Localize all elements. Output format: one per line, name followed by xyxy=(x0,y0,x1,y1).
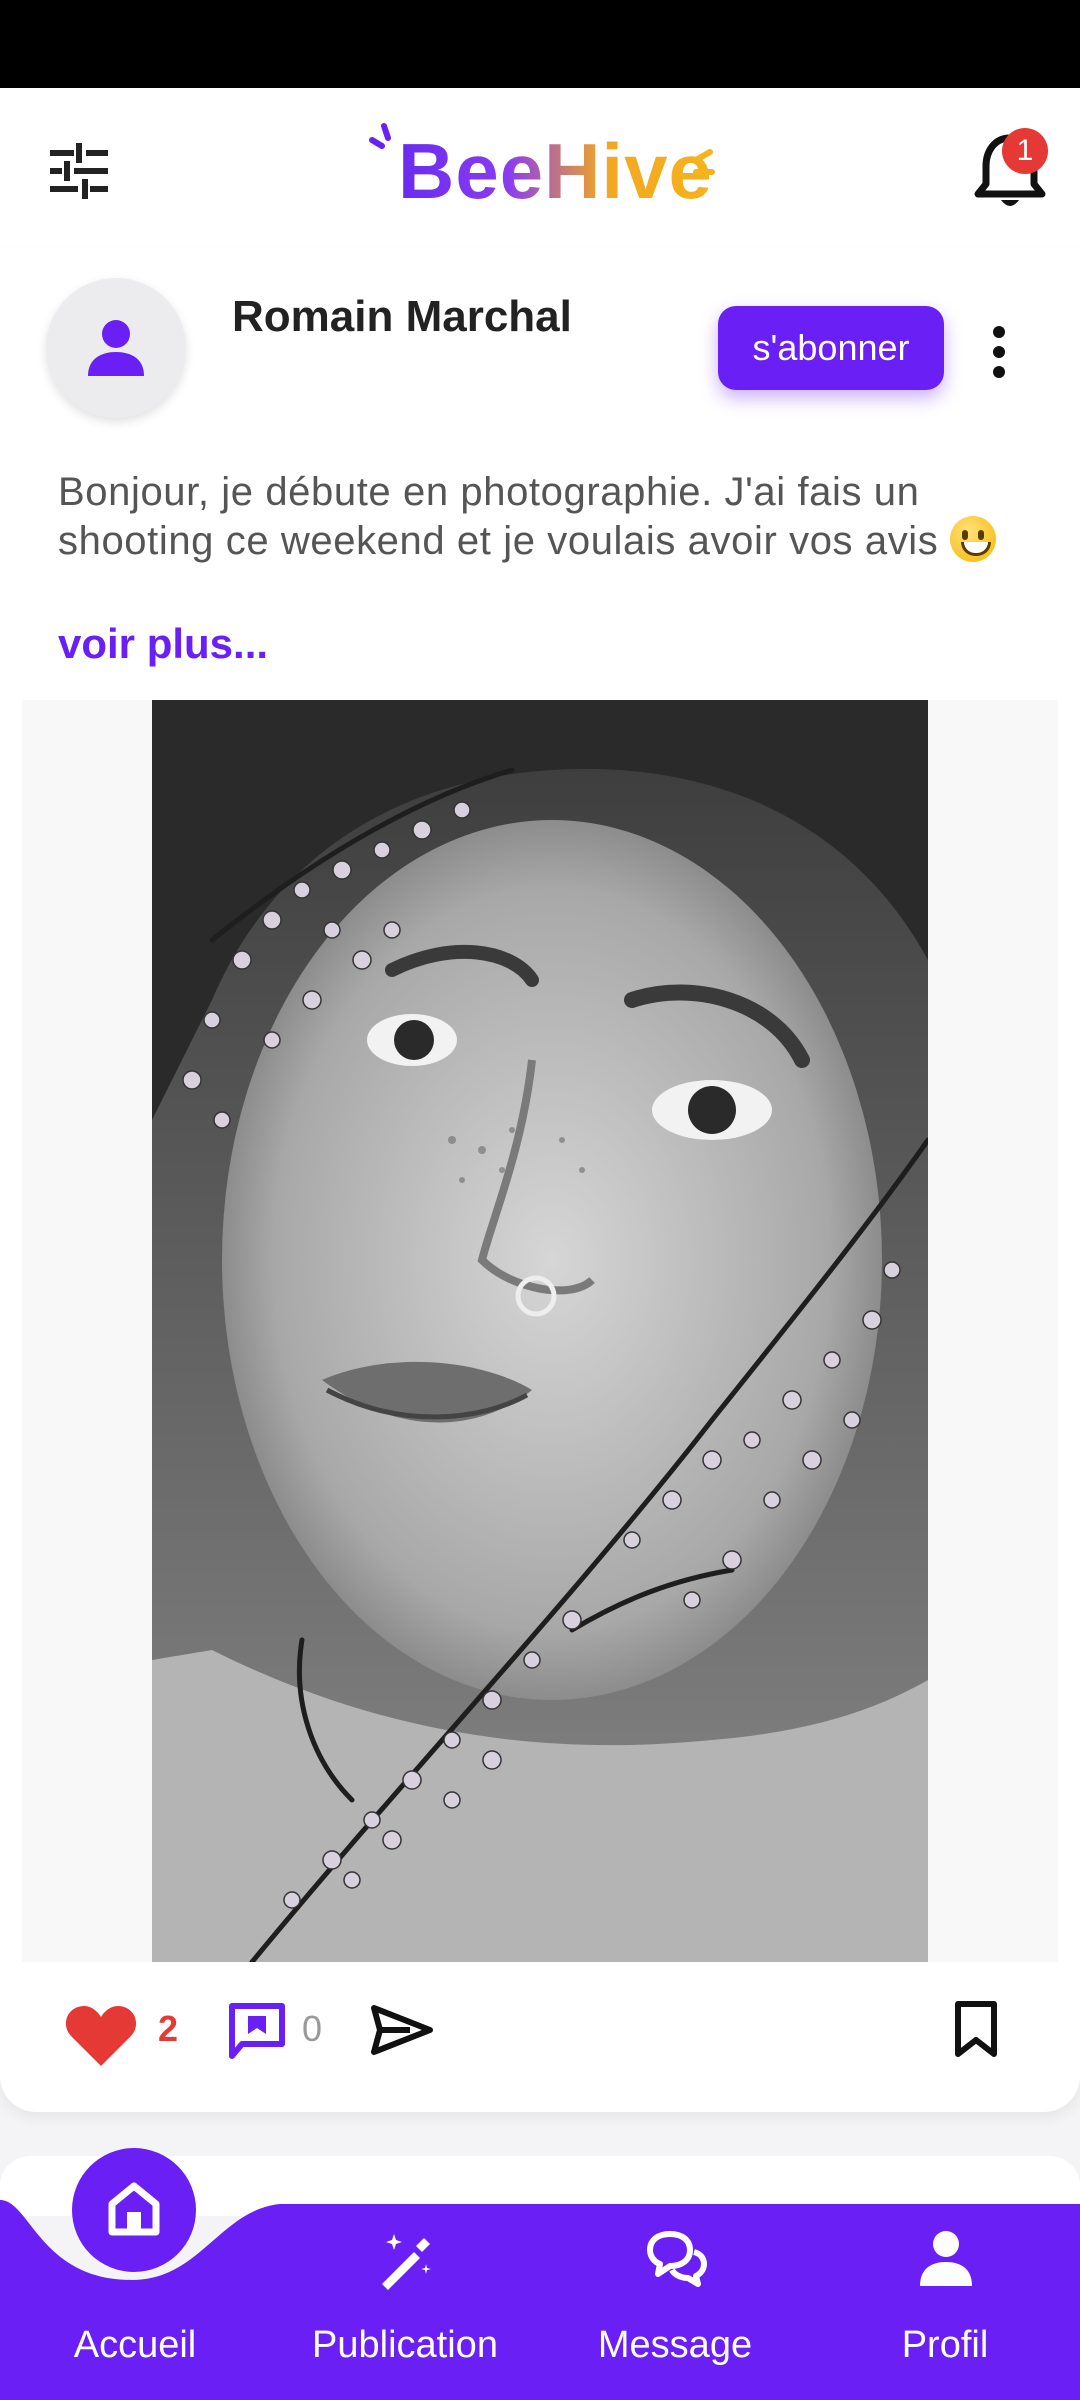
home-button[interactable] xyxy=(72,2148,196,2272)
filter-icon[interactable] xyxy=(46,138,112,204)
home-icon xyxy=(108,2182,160,2236)
post-author[interactable]: Romain Marchal xyxy=(232,292,572,342)
status-bar xyxy=(0,0,1080,88)
nav-label-message: Message xyxy=(597,2324,753,2366)
beehive-logo: BeeHive xyxy=(368,118,718,218)
comment-count: 0 xyxy=(302,2008,323,2049)
notification-badge: 1 xyxy=(1002,128,1048,174)
logo-text: BeeHive xyxy=(398,127,713,215)
post-card: Romain Marchal s'abonner Bonjour, je déb… xyxy=(0,248,1080,2112)
chat-icon xyxy=(647,2231,707,2287)
nav-label-publication: Publication xyxy=(312,2324,498,2366)
heart-icon[interactable] xyxy=(64,2004,138,2068)
send-icon[interactable] xyxy=(370,2004,434,2056)
person-icon xyxy=(920,2231,972,2286)
smiley-emoji-icon xyxy=(950,516,997,562)
post-photo[interactable] xyxy=(152,700,928,1962)
like-count: 2 xyxy=(158,2008,179,2049)
post-caption: Bonjour, je débute en photographie. J'ai… xyxy=(58,468,1028,565)
post-actions: 2 0 xyxy=(0,1968,1080,2088)
magic-wand-icon xyxy=(382,2234,431,2290)
nav-item-profil[interactable]: Profil xyxy=(810,2200,1080,2400)
person-icon xyxy=(88,320,144,376)
nav-item-publication[interactable]: Publication xyxy=(270,2200,540,2400)
app-bar: BeeHive 1 xyxy=(0,88,1080,248)
portrait-photo-image xyxy=(152,700,928,1962)
nav-item-message[interactable]: Message xyxy=(540,2200,810,2400)
subscribe-button[interactable]: s'abonner xyxy=(718,306,944,390)
see-more-link[interactable]: voir plus... xyxy=(58,620,268,668)
comment-icon[interactable] xyxy=(226,2000,288,2062)
logo-spark-right-icon xyxy=(693,149,715,175)
avatar[interactable] xyxy=(46,278,186,418)
bookmark-icon[interactable] xyxy=(952,2000,1000,2058)
more-options-icon[interactable] xyxy=(986,324,1012,380)
nav-label-accueil: Accueil xyxy=(73,2324,197,2366)
photo-area xyxy=(22,700,1058,1962)
nav-label-profil: Profil xyxy=(901,2324,989,2366)
post-caption-text: Bonjour, je débute en photographie. J'ai… xyxy=(58,470,939,563)
